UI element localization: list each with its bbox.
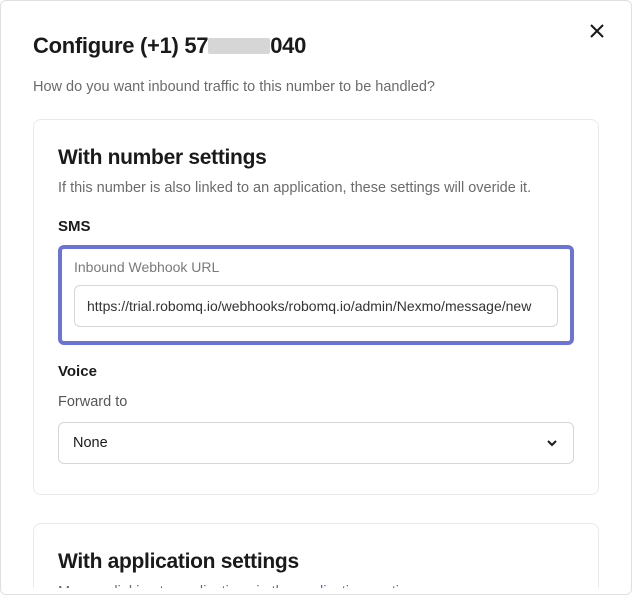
application-settings-subtitle: Manage linking to applications in the ap… — [58, 584, 574, 588]
app-sub-prefix: Manage linking to applications in the — [58, 584, 296, 588]
webhook-url-input[interactable] — [74, 285, 558, 327]
application-settings-title: With application settings — [58, 550, 574, 574]
title-suffix: 040 — [270, 33, 306, 58]
sms-section-label: SMS — [58, 218, 574, 235]
close-icon — [589, 23, 605, 39]
configure-number-modal: Configure (+1) 57 040 How do you want inb… — [0, 0, 632, 595]
title-prefix: Configure (+1) 57 — [33, 33, 208, 58]
voice-section-label: Voice — [58, 363, 574, 380]
application-section-link[interactable]: application section — [296, 584, 415, 588]
number-settings-card: With number settings If this number is a… — [33, 119, 599, 495]
redacted-digits — [208, 38, 270, 54]
modal-scroll-area[interactable]: How do you want inbound traffic to this … — [1, 71, 631, 588]
number-settings-subtitle: If this number is also linked to an appl… — [58, 180, 574, 196]
forward-to-select[interactable]: None — [58, 422, 574, 464]
forward-to-value: None — [73, 435, 108, 451]
modal-title: Configure (+1) 57 040 — [33, 33, 599, 59]
app-sub-suffix: . — [415, 584, 419, 588]
intro-text: How do you want inbound traffic to this … — [33, 79, 599, 95]
application-settings-card: With application settings Manage linking… — [33, 523, 599, 588]
sms-webhook-highlight: Inbound Webhook URL — [58, 245, 574, 345]
modal-header: Configure (+1) 57 040 — [1, 1, 631, 69]
close-button[interactable] — [585, 19, 609, 43]
number-settings-title: With number settings — [58, 146, 574, 170]
chevron-down-icon — [545, 436, 559, 450]
forward-to-label: Forward to — [58, 394, 574, 410]
webhook-url-label: Inbound Webhook URL — [74, 259, 558, 275]
